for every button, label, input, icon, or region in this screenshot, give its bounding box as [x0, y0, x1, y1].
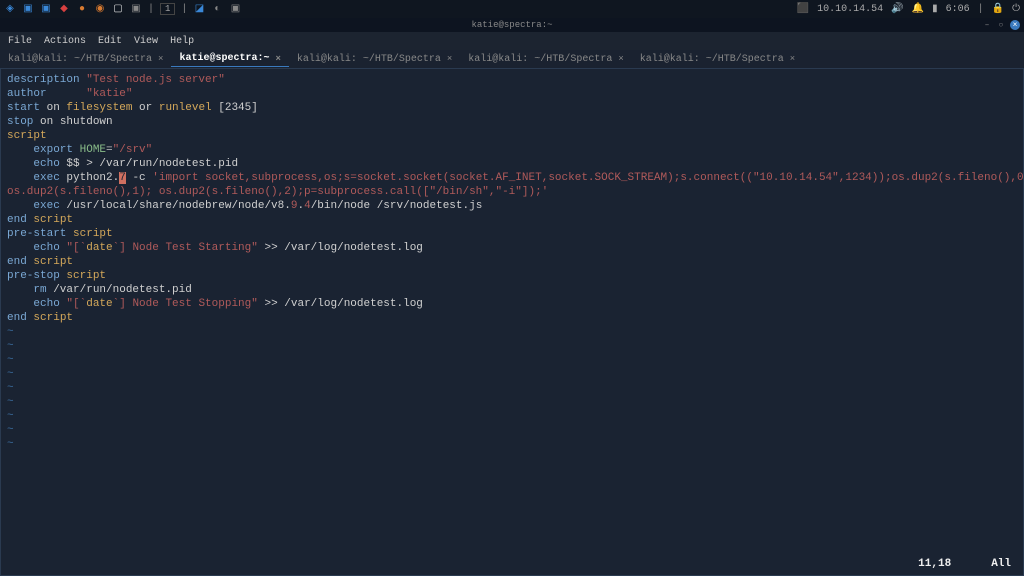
cursor: 7	[119, 172, 126, 184]
code-text: author	[7, 88, 86, 100]
close-button[interactable]: ×	[1010, 20, 1020, 30]
terminal-tab[interactable]: kali@kali: ~/HTB/Spectra×	[0, 52, 171, 67]
menu-view[interactable]: View	[134, 36, 158, 47]
running-app-icon[interactable]: ◪	[193, 3, 205, 15]
code-text: "katie"	[86, 88, 132, 100]
tilde-line: ~	[7, 395, 1017, 409]
menu-edit[interactable]: Edit	[98, 36, 122, 47]
app-icon-3[interactable]: ▢	[112, 3, 124, 15]
tilde-line: ~	[7, 423, 1017, 437]
window-title: katie@spectra:~	[471, 20, 552, 30]
close-icon[interactable]: ×	[158, 54, 163, 64]
tilde-line: ~	[7, 381, 1017, 395]
tilde-line: ~	[7, 409, 1017, 423]
menu-actions[interactable]: Actions	[44, 36, 86, 47]
close-icon[interactable]: ×	[447, 54, 452, 64]
terminal-tab[interactable]: kali@kali: ~/HTB/Spectra×	[632, 52, 803, 67]
code-text: script	[7, 130, 47, 142]
app-icon-1[interactable]: ◆	[58, 3, 70, 15]
tilde-line: ~	[7, 339, 1017, 353]
app-icon-2[interactable]: ◉	[94, 3, 106, 15]
running-terminal-icon[interactable]: ▣	[229, 3, 241, 15]
code-text: description	[7, 74, 86, 86]
terminal-tab[interactable]: katie@spectra:~×	[171, 51, 288, 67]
menu-file[interactable]: File	[8, 36, 32, 47]
scroll-indicator: All	[991, 557, 1011, 571]
app-menu-icon[interactable]: ◈	[4, 3, 16, 15]
ip-label: 10.10.14.54	[817, 4, 883, 15]
app-menubar: File Actions Edit View Help	[0, 32, 1024, 50]
terminal-app-icon[interactable]: ▣	[40, 3, 52, 15]
terminal-tab[interactable]: kali@kali: ~/HTB/Spectra×	[460, 52, 631, 67]
notifications-icon[interactable]: 🔔	[912, 3, 924, 15]
close-icon[interactable]: ×	[275, 54, 280, 64]
battery-icon[interactable]: ▮	[932, 3, 938, 15]
editor-area[interactable]: description "Test node.js server" author…	[0, 68, 1024, 576]
volume-icon[interactable]: 🔊	[891, 3, 903, 15]
files-icon[interactable]: ▣	[22, 3, 34, 15]
terminal-tabbar: kali@kali: ~/HTB/Spectra× katie@spectra:…	[0, 50, 1024, 68]
running-app-icon-2[interactable]: ◐	[211, 3, 223, 15]
tilde-line: ~	[7, 325, 1017, 339]
minimize-button[interactable]: –	[982, 20, 992, 30]
firefox-icon[interactable]: ●	[76, 3, 88, 15]
power-icon[interactable]: ⏻	[1012, 3, 1020, 15]
terminal-icon[interactable]: ▣	[130, 3, 142, 15]
tilde-line: ~	[7, 353, 1017, 367]
terminal-tab[interactable]: kali@kali: ~/HTB/Spectra×	[289, 52, 460, 67]
tilde-line: ~	[7, 437, 1017, 451]
system-taskbar: ◈ ▣ ▣ ◆ ● ◉ ▢ ▣ | 1 | ◪ ◐ ▣ ⬛ 10.10.14.5…	[0, 0, 1024, 18]
code-text: "Test node.js server"	[86, 74, 225, 86]
workspace-indicator[interactable]: 1	[160, 3, 175, 15]
close-icon[interactable]: ×	[790, 54, 795, 64]
window-titlebar: katie@spectra:~ – ○ ×	[0, 18, 1024, 32]
code-text: start	[7, 102, 40, 114]
clock[interactable]: 6:06	[946, 4, 970, 15]
code-text: stop	[7, 116, 33, 128]
tilde-line: ~	[7, 367, 1017, 381]
menu-help[interactable]: Help	[170, 36, 194, 47]
cursor-position: 11,18	[918, 557, 951, 571]
maximize-button[interactable]: ○	[996, 20, 1006, 30]
lock-icon[interactable]: 🔒	[992, 3, 1004, 15]
vpn-indicator: ⬛	[797, 3, 809, 15]
close-icon[interactable]: ×	[618, 54, 623, 64]
